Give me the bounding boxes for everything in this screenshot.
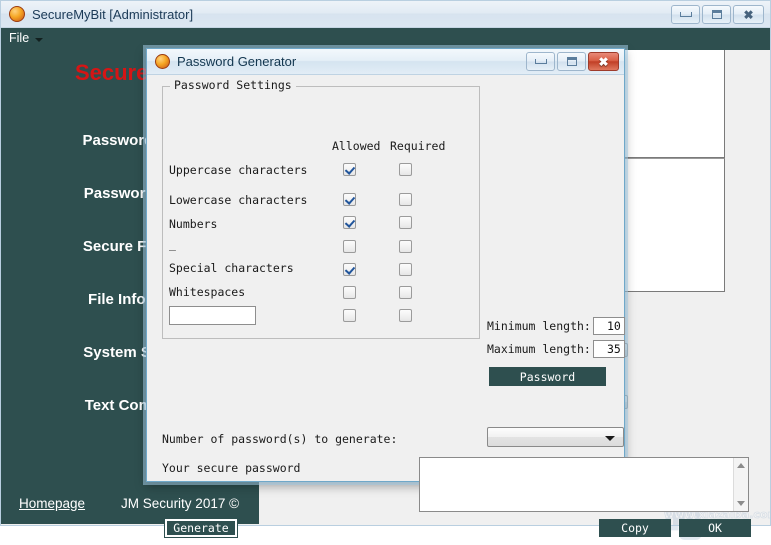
- option-label-whitespaces: Whitespaces: [169, 285, 246, 299]
- checkbox-uppercase-required[interactable]: [399, 163, 412, 176]
- option-label-numbers: Numbers: [169, 217, 218, 231]
- close-icon: ✖: [598, 54, 609, 69]
- main-window-controls: ✖: [671, 5, 764, 24]
- checkbox-underscore-allowed[interactable]: [343, 240, 356, 253]
- maximum-length-row: Maximum length: 35: [487, 340, 625, 358]
- minimum-length-row: Minimum length: 10: [487, 317, 625, 335]
- main-titlebar: SecureMyBit [Administrator] ✖: [1, 1, 770, 28]
- copy-button[interactable]: Copy: [599, 519, 671, 537]
- scroll-up-icon[interactable]: [737, 463, 745, 468]
- dialog-minimize-button[interactable]: [526, 52, 555, 71]
- password-settings-group: [162, 86, 480, 339]
- close-icon: ✖: [743, 7, 754, 22]
- checkbox-special-allowed[interactable]: [343, 263, 356, 276]
- output-password-label: Your secure password: [162, 461, 301, 475]
- checkbox-whitespaces-required[interactable]: [399, 286, 412, 299]
- checkbox-whitespaces-allowed[interactable]: [343, 286, 356, 299]
- checkbox-special-required[interactable]: [399, 263, 412, 276]
- number-of-passwords-select[interactable]: [487, 427, 624, 447]
- output-password-textarea[interactable]: [419, 457, 749, 512]
- maximize-icon: [566, 57, 577, 66]
- minimum-length-label: Minimum length:: [487, 319, 591, 333]
- maximum-length-label: Maximum length:: [487, 342, 591, 356]
- minimum-length-input[interactable]: 10: [592, 317, 625, 335]
- password-generator-dialog: Password Generator ✖ Password Settings A…: [146, 48, 751, 538]
- dialog-window-controls: ✖: [526, 52, 619, 71]
- checkbox-uppercase-allowed[interactable]: [343, 163, 356, 176]
- footer-bar: Homepage JM Security 2017 ©: [1, 482, 259, 524]
- generate-button[interactable]: Generate: [164, 518, 238, 538]
- chevron-down-icon: [605, 436, 615, 441]
- minimize-icon: [679, 12, 692, 17]
- option-label-uppercase: Uppercase characters: [169, 163, 308, 177]
- checkbox-custom-required[interactable]: [399, 309, 412, 322]
- ok-button[interactable]: OK: [679, 519, 751, 537]
- custom-characters-input[interactable]: [169, 306, 256, 325]
- menu-item-file-label: File: [9, 31, 30, 45]
- brand-part-one: Secure: [74, 60, 149, 85]
- main-window-title: SecureMyBit [Administrator]: [32, 6, 194, 22]
- maximum-length-input[interactable]: 35: [592, 340, 625, 358]
- dialog-title: Password Generator: [177, 54, 297, 69]
- password-button[interactable]: Password: [489, 367, 606, 386]
- app-orb-icon: [155, 54, 170, 69]
- homepage-link[interactable]: Homepage: [19, 496, 85, 511]
- number-of-passwords-label: Number of password(s) to generate:: [162, 432, 398, 446]
- option-label-special: Special characters: [169, 261, 294, 275]
- password-settings-legend: Password Settings: [170, 78, 296, 92]
- menu-bar: File: [1, 28, 770, 50]
- minimize-icon: [534, 59, 547, 64]
- checkbox-numbers-allowed[interactable]: [343, 216, 356, 229]
- scroll-down-icon[interactable]: [737, 501, 745, 506]
- dialog-body: Password Settings Allowed Required Upper…: [147, 75, 751, 538]
- chevron-down-icon: [35, 37, 44, 42]
- column-header-required: Required: [390, 139, 446, 153]
- checkbox-underscore-required[interactable]: [399, 240, 412, 253]
- app-orb-icon: [9, 6, 25, 22]
- checkbox-custom-allowed[interactable]: [343, 309, 356, 322]
- dialog-maximize-button[interactable]: [557, 52, 586, 71]
- checkbox-numbers-required[interactable]: [399, 216, 412, 229]
- dialog-close-button[interactable]: ✖: [588, 52, 619, 71]
- output-scrollbar[interactable]: [733, 458, 748, 511]
- checkbox-lowercase-allowed[interactable]: [343, 193, 356, 206]
- option-label-underscore: _: [169, 237, 176, 251]
- copyright-text: JM Security 2017 ©: [121, 495, 240, 511]
- maximize-icon: [711, 10, 722, 19]
- column-header-allowed: Allowed: [332, 139, 381, 153]
- maximize-button[interactable]: [702, 5, 731, 24]
- menu-item-file[interactable]: File: [9, 31, 44, 45]
- checkbox-lowercase-required[interactable]: [399, 193, 412, 206]
- option-label-lowercase: Lowercase characters: [169, 193, 308, 207]
- close-button[interactable]: ✖: [733, 5, 764, 24]
- dialog-titlebar: Password Generator ✖: [147, 49, 624, 75]
- minimize-button[interactable]: [671, 5, 700, 24]
